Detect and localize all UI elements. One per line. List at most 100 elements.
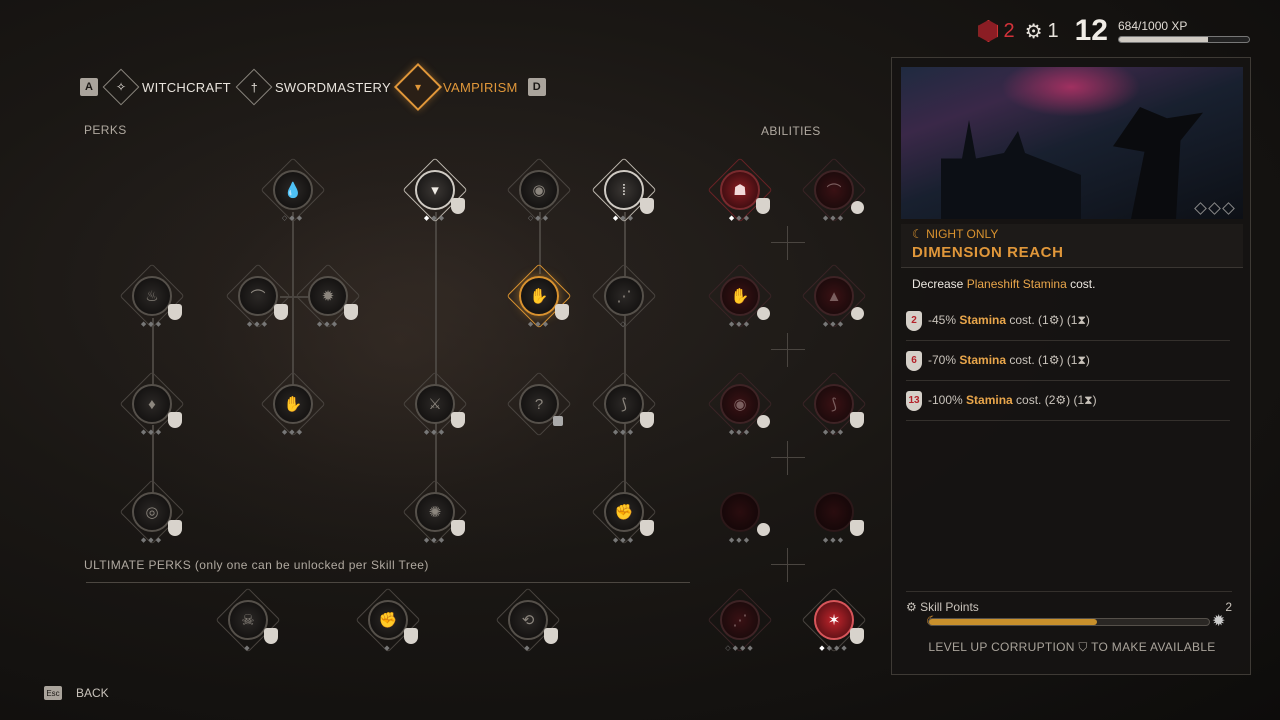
perk-blades[interactable]: ⚔ ◆◆◆ [415,384,465,436]
perk-flame[interactable]: ♨ ◆◆◆ [132,276,182,328]
rank-post: cost. (1⚙) (1⧗) [1006,353,1090,367]
ultimate-divider [86,582,690,583]
rank-highlight: Stamina [959,353,1007,367]
perk-fangs[interactable]: ▾ ◆◆◆ [415,170,465,222]
ability-blood-eye[interactable]: ◉ ◆◆◆ [720,384,770,436]
perk-rank-dots: ◆◆◆ [423,429,447,436]
preview-rank-diamonds [1194,202,1235,215]
player-level: 12 [1074,14,1108,47]
perk-rank-dots: ◆◆◆ [281,429,305,436]
perk-blood-drop[interactable]: 💧 ◇◆◆ [273,170,313,222]
perk-grab[interactable]: ✊ ◆◆◆ [604,492,654,544]
back-button[interactable]: Esc BACK [44,686,109,700]
shield-icon [451,198,465,214]
perk-blood-pool[interactable]: ♦ ◆◆◆ [132,384,182,436]
shield-icon: 13 [906,390,922,411]
rank-post: cost. (2⚙) (1⧗) [1012,393,1097,407]
grab-icon: ✊ [614,504,634,521]
perk-rank-dots: ◆◆◆ [612,215,636,222]
flame-icon: ♨ [145,288,159,305]
perk-bat[interactable]: ⌒ ◆◆◆ [238,276,288,328]
perk-claw-selected[interactable]: ✋ ◆◆◆ [519,276,569,328]
ultimate-cycle[interactable]: ⟲ ◆ [508,600,558,652]
ultimate-rank-dots: ◆ [244,645,252,652]
shield-icon [640,520,654,536]
perk-wing[interactable]: ⟆ ◆◆◆ [604,384,654,436]
ultimate-fist[interactable]: ✊ ◆ [368,600,418,652]
ability-rank-dots: ◆◆◆ [728,537,752,544]
perk-rank-dots: ◆◆◆ [612,429,636,436]
mouth-icon: ☗ [733,182,747,199]
shield-icon [168,412,182,428]
shield-icon [544,628,558,644]
tab-swordmastery[interactable]: † SWORDMASTERY [235,68,391,106]
ultimate-ability-claw[interactable]: ⋰ ◇◆◆◆ [720,600,760,652]
ultimate-skull[interactable]: ☠ ◆ [228,600,278,652]
ultimate-perks-label: ULTIMATE PERKS (only one can be unlocked… [84,558,429,572]
shield-icon [756,198,770,214]
skill-points-text: Skill Points [920,600,979,614]
ability-blood-hand[interactable]: ✋ ◆◆◆ [720,276,770,328]
perk-rank-dots: ◇◆◆ [527,215,551,222]
abilities-label: ABILITIES [761,124,821,138]
ability-blood-spike[interactable]: ▲ ◆◆◆ [814,276,864,328]
ultimate-ability-strike[interactable]: ✶ ◆◆◆◆ [814,600,864,652]
tab-witchcraft[interactable]: ✧ WITCHCRAFT [102,68,231,106]
claw-icon: ⋰ [732,612,748,629]
corruption-bar [928,618,1210,626]
perk-rank-dots: ◆◆◆ [140,537,164,544]
cycle-icon: ⟲ [521,612,535,629]
skill-tree-tabs: A ✧ WITCHCRAFT † SWORDMASTERY ▾ VAMPIRIS… [80,62,546,112]
blades-icon: ⚔ [428,396,442,413]
burst-icon: ✹ [321,288,335,305]
perk-rank-dots: ◆◆◆ [316,321,340,328]
rank-row: 13 -100% Stamina cost. (2⚙) (1⧗) [906,381,1230,421]
ultimate-rank-dots: ◆ [524,645,532,652]
perk-eye[interactable]: ◉ ◇◆◆ [519,170,559,222]
ability-unknown-2[interactable]: ◆◆◆ [814,492,864,544]
esc-key: Esc [44,686,62,700]
perk-burst[interactable]: ✹ ◆◆◆ [308,276,358,328]
ability-unknown-1[interactable]: ◆◆◆ [720,492,770,544]
perk-vortex[interactable]: ◎ ◆◆◆ [132,492,182,544]
perk-blood-rain[interactable]: ⁞ ◆◆◆ [604,170,654,222]
blood-gem-icon [978,20,999,42]
shield-icon [451,412,465,428]
ability-rank-dots: ◆◆◆ [822,537,846,544]
ability-bat-swarm[interactable]: ⌒ ◆◆◆ [814,170,864,222]
perk-rank-dots: ◆◆◆ [423,537,447,544]
slash-icon: ⋰ [616,288,632,305]
witchcraft-icon: ✧ [102,68,140,106]
splash-icon: ✺ [428,504,442,521]
prev-tab-key[interactable]: A [80,78,98,96]
perk-slash[interactable]: ⋰ ◇ [604,276,644,328]
blood-points: 2 [978,20,1015,43]
perk-hand[interactable]: ✋ ◆◆◆ [273,384,313,436]
fangs-icon: ▾ [431,182,439,199]
ability-blood-wing[interactable]: ⟆ ◆◆◆ [814,384,864,436]
skill-points-count: 2 [1225,600,1232,614]
perk-splash[interactable]: ✺ ◆◆◆ [415,492,465,544]
shield-icon [274,304,288,320]
ability-dimension-reach[interactable]: ☗ ◆◆◆ [720,170,770,222]
shield-icon [344,304,358,320]
perk-rank-dots: ◆◆◆ [612,537,636,544]
rank-pre: -70% [928,353,960,367]
xp-text: 684/1000 XP [1118,19,1188,33]
tab-vampirism[interactable]: ▾ VAMPIRISM [393,62,518,112]
unlock-text: LEVEL UP CORRUPTION [928,640,1075,654]
blood-hand-icon: ✋ [730,288,750,305]
skill-points-value: 1 [1047,19,1059,42]
shield-icon [640,198,654,214]
perk-rank-dots: ◆◆◆ [140,429,164,436]
skull-icon [757,523,770,536]
rank-highlight: Stamina [966,393,1013,407]
back-label: BACK [76,686,109,700]
next-tab-key[interactable]: D [527,78,546,96]
perk-rank-dots: ◇◆◆ [281,215,305,222]
perk-rank-dots: ◆◆◆ [246,321,270,328]
skull-icon [757,307,770,320]
perk-locked[interactable]: ? [519,384,563,426]
desc-text: cost. [1066,277,1096,291]
skill-points: ⚙ 1 [1025,19,1059,44]
